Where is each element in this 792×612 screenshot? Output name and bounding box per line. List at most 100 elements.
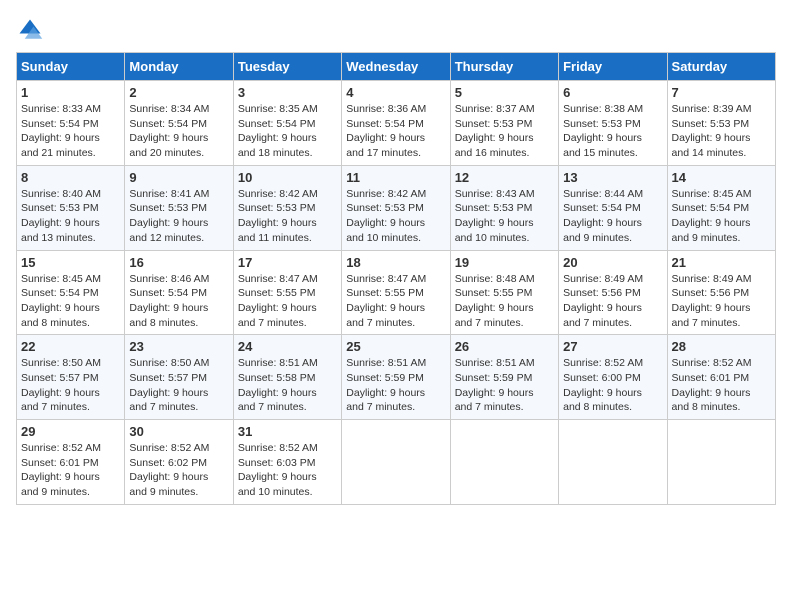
- calendar-cell: 16 Sunrise: 8:46 AMSunset: 5:54 PMDayligh…: [125, 250, 233, 335]
- day-info: Sunrise: 8:50 AMSunset: 5:57 PMDaylight:…: [129, 356, 228, 415]
- calendar-cell: 2 Sunrise: 8:34 AMSunset: 5:54 PMDaylight…: [125, 81, 233, 166]
- day-number: 16: [129, 255, 228, 270]
- day-number: 11: [346, 170, 445, 185]
- calendar-cell: 12Sunrise: 8:43 AMSunset: 5:53 PMDayligh…: [450, 165, 558, 250]
- day-info: Sunrise: 8:42 AMSunset: 5:53 PMDaylight:…: [238, 187, 337, 246]
- calendar-cell: 14 Sunrise: 8:45 AMSunset: 5:54 PMDayligh…: [667, 165, 775, 250]
- day-info: Sunrise: 8:37 AMSunset: 5:53 PMDaylight:…: [455, 102, 554, 161]
- day-number: 20: [563, 255, 662, 270]
- calendar-cell: 25Sunrise: 8:51 AMSunset: 5:59 PMDayligh…: [342, 335, 450, 420]
- day-number: 5: [455, 85, 554, 100]
- day-info: Sunrise: 8:34 AMSunset: 5:54 PMDaylight:…: [129, 102, 228, 161]
- calendar-table: SundayMondayTuesdayWednesdayThursdayFrid…: [16, 52, 776, 505]
- day-info: Sunrise: 8:42 AMSunset: 5:53 PMDaylight:…: [346, 187, 445, 246]
- day-number: 8: [21, 170, 120, 185]
- day-info: Sunrise: 8:36 AMSunset: 5:54 PMDaylight:…: [346, 102, 445, 161]
- day-info: Sunrise: 8:40 AMSunset: 5:53 PMDaylight:…: [21, 187, 120, 246]
- day-number: 13: [563, 170, 662, 185]
- calendar-cell: 1 Sunrise: 8:33 AMSunset: 5:54 PMDaylight…: [17, 81, 125, 166]
- calendar-cell: 10 Sunrise: 8:42 AMSunset: 5:53 PMDayligh…: [233, 165, 341, 250]
- calendar-cell: 22Sunrise: 8:50 AMSunset: 5:57 PMDayligh…: [17, 335, 125, 420]
- day-info: Sunrise: 8:52 AMSunset: 6:00 PMDaylight:…: [563, 356, 662, 415]
- day-number: 26: [455, 339, 554, 354]
- calendar-cell: 31 Sunrise: 8:52 AMSunset: 6:03 PMDayligh…: [233, 420, 341, 505]
- day-number: 17: [238, 255, 337, 270]
- day-info: Sunrise: 8:52 AMSunset: 6:01 PMDaylight:…: [672, 356, 771, 415]
- day-number: 9: [129, 170, 228, 185]
- calendar-cell: 29 Sunrise: 8:52 AMSunset: 6:01 PMDayligh…: [17, 420, 125, 505]
- day-number: 2: [129, 85, 228, 100]
- day-info: Sunrise: 8:51 AMSunset: 5:58 PMDaylight:…: [238, 356, 337, 415]
- day-number: 14: [672, 170, 771, 185]
- day-info: Sunrise: 8:51 AMSunset: 5:59 PMDaylight:…: [455, 356, 554, 415]
- calendar-cell: 23 Sunrise: 8:50 AMSunset: 5:57 PMDayligh…: [125, 335, 233, 420]
- calendar-cell: 24 Sunrise: 8:51 AMSunset: 5:58 PMDayligh…: [233, 335, 341, 420]
- day-info: Sunrise: 8:52 AMSunset: 6:01 PMDaylight:…: [21, 441, 120, 500]
- weekday-header-monday: Monday: [125, 53, 233, 81]
- day-number: 4: [346, 85, 445, 100]
- day-info: Sunrise: 8:49 AMSunset: 5:56 PMDaylight:…: [563, 272, 662, 331]
- calendar-cell: 28 Sunrise: 8:52 AMSunset: 6:01 PMDayligh…: [667, 335, 775, 420]
- logo-icon: [16, 16, 44, 44]
- day-info: Sunrise: 8:50 AMSunset: 5:57 PMDaylight:…: [21, 356, 120, 415]
- calendar-cell: [450, 420, 558, 505]
- day-info: Sunrise: 8:39 AMSunset: 5:53 PMDaylight:…: [672, 102, 771, 161]
- day-info: Sunrise: 8:45 AMSunset: 5:54 PMDaylight:…: [21, 272, 120, 331]
- calendar-cell: 7 Sunrise: 8:39 AMSunset: 5:53 PMDaylight…: [667, 81, 775, 166]
- weekday-header-friday: Friday: [559, 53, 667, 81]
- calendar-cell: 5 Sunrise: 8:37 AMSunset: 5:53 PMDaylight…: [450, 81, 558, 166]
- calendar-cell: 13 Sunrise: 8:44 AMSunset: 5:54 PMDayligh…: [559, 165, 667, 250]
- weekday-header-wednesday: Wednesday: [342, 53, 450, 81]
- calendar-cell: 17 Sunrise: 8:47 AMSunset: 5:55 PMDayligh…: [233, 250, 341, 335]
- day-info: Sunrise: 8:47 AMSunset: 5:55 PMDaylight:…: [238, 272, 337, 331]
- calendar-cell: [342, 420, 450, 505]
- calendar-cell: 18 Sunrise: 8:47 AMSunset: 5:55 PMDayligh…: [342, 250, 450, 335]
- calendar-cell: 20 Sunrise: 8:49 AMSunset: 5:56 PMDayligh…: [559, 250, 667, 335]
- weekday-header-tuesday: Tuesday: [233, 53, 341, 81]
- day-info: Sunrise: 8:52 AMSunset: 6:02 PMDaylight:…: [129, 441, 228, 500]
- weekday-header-thursday: Thursday: [450, 53, 558, 81]
- day-info: Sunrise: 8:45 AMSunset: 5:54 PMDaylight:…: [672, 187, 771, 246]
- calendar-cell: 27 Sunrise: 8:52 AMSunset: 6:00 PMDayligh…: [559, 335, 667, 420]
- calendar-cell: 21Sunrise: 8:49 AMSunset: 5:56 PMDayligh…: [667, 250, 775, 335]
- calendar-cell: 3 Sunrise: 8:35 AMSunset: 5:54 PMDaylight…: [233, 81, 341, 166]
- day-number: 21: [672, 255, 771, 270]
- day-info: Sunrise: 8:52 AMSunset: 6:03 PMDaylight:…: [238, 441, 337, 500]
- day-number: 28: [672, 339, 771, 354]
- calendar-cell: 6 Sunrise: 8:38 AMSunset: 5:53 PMDaylight…: [559, 81, 667, 166]
- day-number: 30: [129, 424, 228, 439]
- calendar-cell: 9Sunrise: 8:41 AMSunset: 5:53 PMDaylight…: [125, 165, 233, 250]
- day-info: Sunrise: 8:43 AMSunset: 5:53 PMDaylight:…: [455, 187, 554, 246]
- day-info: Sunrise: 8:46 AMSunset: 5:54 PMDaylight:…: [129, 272, 228, 331]
- day-info: Sunrise: 8:47 AMSunset: 5:55 PMDaylight:…: [346, 272, 445, 331]
- calendar-cell: [559, 420, 667, 505]
- day-info: Sunrise: 8:35 AMSunset: 5:54 PMDaylight:…: [238, 102, 337, 161]
- day-number: 27: [563, 339, 662, 354]
- day-info: Sunrise: 8:38 AMSunset: 5:53 PMDaylight:…: [563, 102, 662, 161]
- day-number: 1: [21, 85, 120, 100]
- day-number: 23: [129, 339, 228, 354]
- calendar-cell: 11 Sunrise: 8:42 AMSunset: 5:53 PMDayligh…: [342, 165, 450, 250]
- logo: [16, 16, 48, 44]
- weekday-header-saturday: Saturday: [667, 53, 775, 81]
- day-info: Sunrise: 8:33 AMSunset: 5:54 PMDaylight:…: [21, 102, 120, 161]
- page-header: [16, 16, 776, 44]
- day-number: 24: [238, 339, 337, 354]
- calendar-cell: 26 Sunrise: 8:51 AMSunset: 5:59 PMDayligh…: [450, 335, 558, 420]
- calendar-cell: 8 Sunrise: 8:40 AMSunset: 5:53 PMDaylight…: [17, 165, 125, 250]
- day-number: 18: [346, 255, 445, 270]
- day-number: 29: [21, 424, 120, 439]
- day-number: 31: [238, 424, 337, 439]
- day-number: 3: [238, 85, 337, 100]
- calendar-cell: 19Sunrise: 8:48 AMSunset: 5:55 PMDayligh…: [450, 250, 558, 335]
- day-number: 25: [346, 339, 445, 354]
- calendar-cell: [667, 420, 775, 505]
- day-info: Sunrise: 8:44 AMSunset: 5:54 PMDaylight:…: [563, 187, 662, 246]
- day-number: 7: [672, 85, 771, 100]
- day-number: 6: [563, 85, 662, 100]
- weekday-header-sunday: Sunday: [17, 53, 125, 81]
- day-number: 19: [455, 255, 554, 270]
- calendar-cell: 4 Sunrise: 8:36 AMSunset: 5:54 PMDaylight…: [342, 81, 450, 166]
- day-number: 15: [21, 255, 120, 270]
- day-number: 10: [238, 170, 337, 185]
